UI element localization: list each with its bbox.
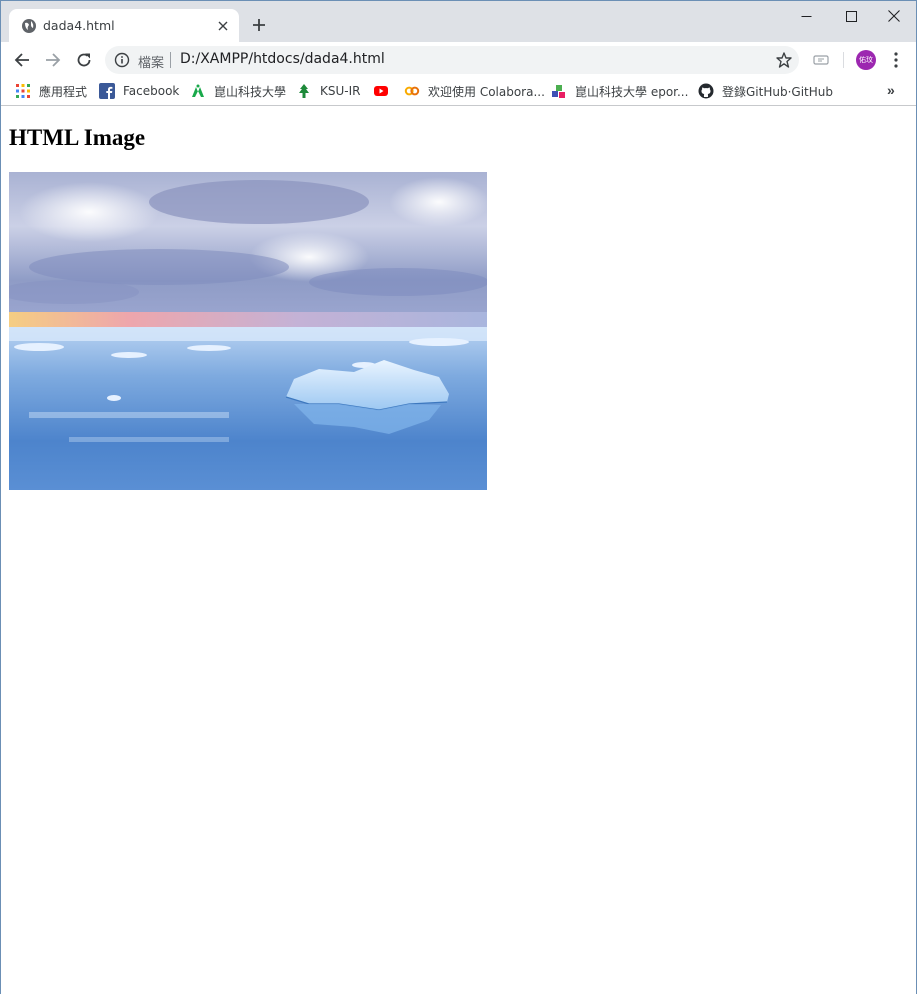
avatar[interactable]: 佑玟 xyxy=(856,50,876,70)
iceberg-image xyxy=(9,172,487,490)
divider xyxy=(170,52,171,68)
minimize-icon[interactable] xyxy=(784,1,828,31)
ksu-logo-icon xyxy=(190,83,206,99)
scheme-label: 檔案 xyxy=(138,56,165,71)
youtube-icon xyxy=(373,83,389,99)
arrow-right-icon xyxy=(46,53,61,67)
address-bar[interactable]: 檔案 D:/XAMPP/htdocs/dada4.html xyxy=(105,46,799,74)
back-button[interactable] xyxy=(10,48,34,72)
extension-ticket-icon[interactable] xyxy=(812,51,830,69)
close-icon[interactable] xyxy=(215,18,231,34)
reload-button[interactable] xyxy=(72,48,96,72)
page-content: HTML Image xyxy=(1,107,916,994)
bookmark-github[interactable]: 登錄GitHub·GitHub xyxy=(698,82,833,100)
github-icon xyxy=(698,83,714,99)
url-text[interactable]: D:/XAMPP/htdocs/dada4.html xyxy=(180,51,385,67)
bookmark-label: 登錄GitHub·GitHub xyxy=(722,84,833,99)
bookmark-label: 崑山科技大學 epor... xyxy=(575,84,689,99)
forward-button[interactable] xyxy=(41,48,65,72)
facebook-icon xyxy=(99,83,115,99)
arrow-left-icon xyxy=(14,53,29,67)
bookmark-label: Facebook xyxy=(123,84,180,98)
bookmark-facebook[interactable]: Facebook xyxy=(99,82,179,100)
close-icon[interactable] xyxy=(872,1,916,31)
info-icon[interactable] xyxy=(114,52,130,68)
globe-icon xyxy=(21,18,37,34)
tab-strip: dada4.html xyxy=(1,1,916,42)
reload-icon xyxy=(77,53,91,67)
bookmarks-bar: 應用程式 Facebook 崑山科技大學 KSU-IR 欢迎使用 Colabor… xyxy=(1,77,916,106)
star-icon[interactable] xyxy=(775,51,793,69)
apps-grid-icon xyxy=(15,83,31,99)
tab-title: dada4.html xyxy=(43,18,115,33)
page-heading: HTML Image xyxy=(9,125,146,150)
more-menu-icon[interactable] xyxy=(886,50,906,70)
bookmark-colab[interactable]: 欢迎使用 Colabora... xyxy=(404,82,545,100)
navigation-toolbar: 檔案 D:/XAMPP/htdocs/dada4.html 佑玟 xyxy=(1,42,916,77)
tree-icon xyxy=(296,83,312,99)
bookmark-label: KSU-IR xyxy=(320,84,361,98)
bookmark-ksu-eportal[interactable]: 崑山科技大學 epor... xyxy=(551,82,688,100)
maximize-icon[interactable] xyxy=(829,1,873,31)
bookmark-apps[interactable]: 應用程式 xyxy=(15,82,87,100)
bookmark-ksu-ir[interactable]: KSU-IR xyxy=(296,82,360,100)
bookmarks-overflow-button[interactable]: » xyxy=(887,82,895,98)
bookmark-ksu[interactable]: 崑山科技大學 xyxy=(190,82,286,100)
bookmark-label: 崑山科技大學 xyxy=(214,84,287,99)
new-tab-button[interactable] xyxy=(249,15,269,35)
bookmark-label: 欢迎使用 Colabora... xyxy=(428,84,545,99)
bookmark-youtube[interactable] xyxy=(373,82,397,100)
divider xyxy=(843,52,844,68)
bookmark-label: 應用程式 xyxy=(39,84,88,99)
cubes-icon xyxy=(551,83,567,99)
colab-icon xyxy=(404,83,420,99)
tab-active[interactable]: dada4.html xyxy=(9,9,239,42)
